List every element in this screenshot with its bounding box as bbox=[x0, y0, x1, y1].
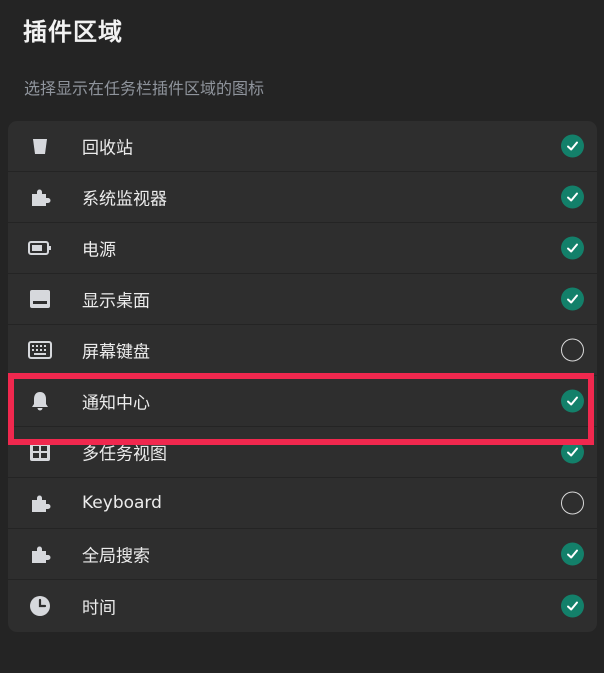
puzzle-icon bbox=[28, 185, 52, 209]
plugin-label: 全局搜索 bbox=[82, 546, 150, 567]
plugin-item-global-search[interactable]: 全局搜索 bbox=[8, 529, 597, 580]
plugin-item-system-monitor[interactable]: 系统监视器 bbox=[8, 172, 597, 223]
plugin-label: 回收站 bbox=[82, 138, 133, 159]
plugin-label: 多任务视图 bbox=[82, 444, 167, 465]
check-icon[interactable] bbox=[561, 185, 584, 209]
plugin-list: 回收站 系统监视器 电源 显示桌面 屏幕键盘 通知中心 多任务视图 Keyboa… bbox=[8, 121, 597, 632]
plugin-item-multitask-view[interactable]: 多任务视图 bbox=[8, 427, 597, 478]
plugin-item-keyboard[interactable]: Keyboard bbox=[8, 478, 597, 529]
battery-icon bbox=[28, 236, 52, 260]
bell-icon bbox=[28, 389, 52, 413]
plugin-area-settings: 插件区域 选择显示在任务栏插件区域的图标 回收站 系统监视器 电源 显示桌面 屏… bbox=[0, 0, 604, 673]
plugin-item-notification-center[interactable]: 通知中心 bbox=[8, 376, 597, 427]
plugin-label: 电源 bbox=[82, 240, 116, 261]
check-icon[interactable] bbox=[561, 287, 584, 311]
trash-icon bbox=[28, 134, 52, 158]
plugin-label: 显示桌面 bbox=[82, 291, 150, 312]
page-subtitle: 选择显示在任务栏插件区域的图标 bbox=[24, 79, 265, 98]
check-icon[interactable] bbox=[561, 134, 584, 158]
unchecked-circle-icon[interactable] bbox=[561, 491, 584, 515]
check-icon[interactable] bbox=[561, 389, 584, 413]
plugin-label: 通知中心 bbox=[82, 393, 150, 414]
check-icon[interactable] bbox=[561, 542, 584, 566]
plugin-item-onscreen-keyboard[interactable]: 屏幕键盘 bbox=[8, 325, 597, 376]
desktop-icon bbox=[28, 287, 52, 311]
plugin-item-show-desktop[interactable]: 显示桌面 bbox=[8, 274, 597, 325]
puzzle-icon bbox=[28, 542, 52, 566]
plugin-label: Keyboard bbox=[82, 493, 162, 513]
puzzle-icon bbox=[28, 491, 52, 515]
plugin-item-trash[interactable]: 回收站 bbox=[8, 121, 597, 172]
plugin-item-power[interactable]: 电源 bbox=[8, 223, 597, 274]
clock-icon bbox=[28, 594, 52, 618]
keyboard-icon bbox=[28, 338, 52, 362]
check-icon[interactable] bbox=[561, 594, 584, 618]
page-title: 插件区域 bbox=[23, 18, 123, 46]
grid-icon bbox=[28, 440, 52, 464]
check-icon[interactable] bbox=[561, 236, 584, 260]
plugin-label: 屏幕键盘 bbox=[82, 342, 150, 363]
plugin-label: 系统监视器 bbox=[82, 189, 167, 210]
check-icon[interactable] bbox=[561, 440, 584, 464]
plugin-label: 时间 bbox=[82, 598, 116, 619]
plugin-item-time[interactable]: 时间 bbox=[8, 580, 597, 632]
unchecked-circle-icon[interactable] bbox=[561, 338, 584, 362]
